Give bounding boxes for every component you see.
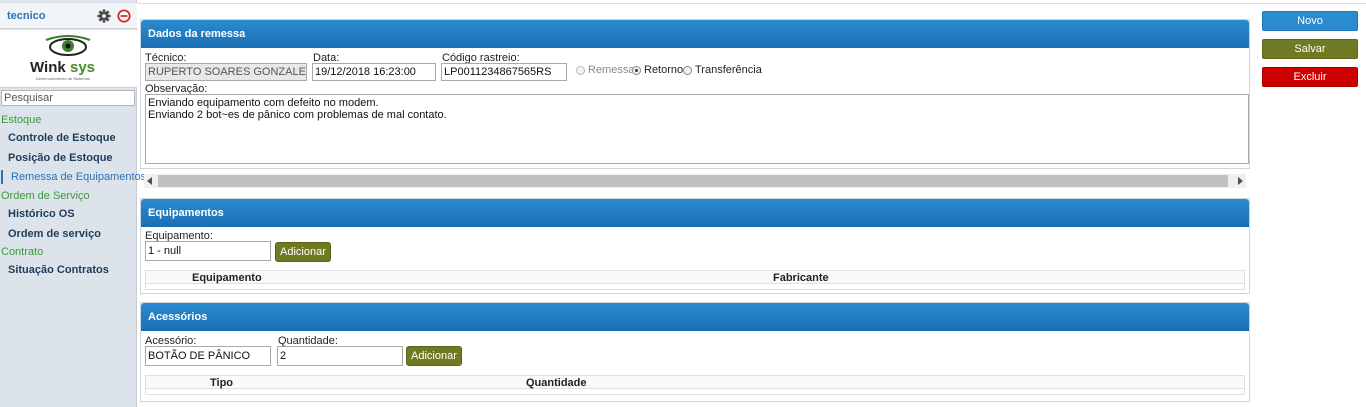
sidebar-item-posicao-estoque[interactable]: Posição de Estoque — [8, 152, 113, 164]
radio-remessa[interactable]: Remessa — [576, 64, 634, 76]
add-acessorio-button[interactable]: Adicionar — [406, 346, 462, 366]
sidebar-item-controle-estoque[interactable]: Controle de Estoque — [8, 132, 116, 144]
search-input[interactable] — [1, 90, 135, 106]
panel-title: Acessórios — [141, 303, 1249, 331]
active-indicator — [1, 170, 3, 184]
tecnico-field[interactable]: RUPERTO SOARES GONZALES — [145, 63, 307, 81]
acessorio-field[interactable]: BOTÃO DE PÂNICO — [145, 346, 271, 366]
scroll-right-icon[interactable] — [1238, 177, 1243, 185]
sidebar-item-historico-os[interactable]: Histórico OS — [8, 208, 75, 220]
sidebar-item-situacao-contratos[interactable]: Situação Contratos — [8, 264, 109, 276]
sidebar-item-remessa-equipamentos[interactable]: Remessa de Equipamentos — [11, 171, 146, 183]
col-fabricante[interactable]: Fabricante — [773, 272, 829, 284]
radio-remessa-dot — [576, 65, 585, 75]
svg-text:Desenvolvimento de Sistemas: Desenvolvimento de Sistemas — [36, 76, 90, 81]
radio-retorno-dot — [632, 65, 641, 75]
sidebar: tecnico Wink sys Desenvolvimento de Sist… — [0, 0, 146, 407]
svg-text:Wink: Wink — [30, 59, 66, 76]
observacao-line-2: Enviando 2 bot~es de pânico com problema… — [148, 109, 447, 121]
radio-remessa-label: Remessa — [588, 64, 635, 76]
user-name[interactable]: tecnico — [7, 10, 46, 22]
radio-transferencia-label: Transferência — [695, 64, 762, 76]
col-tipo[interactable]: Tipo — [210, 377, 233, 389]
sidebar-category-ordem-servico: Ordem de Serviço — [1, 190, 90, 202]
excluir-button[interactable]: Excluir — [1262, 67, 1358, 87]
svg-text:sys: sys — [70, 59, 95, 76]
radio-transferencia[interactable]: Transferência — [683, 64, 762, 76]
scroll-left-icon[interactable] — [147, 177, 152, 185]
codigo-rastreio-field[interactable]: LP0011234867565RS — [441, 63, 567, 81]
novo-button[interactable]: Novo — [1262, 11, 1358, 31]
equipamentos-table-header: Equipamento Fabricante — [145, 270, 1245, 284]
minus-circle-icon[interactable] — [117, 9, 131, 23]
data-field[interactable]: 19/12/2018 16:23:00 — [312, 63, 436, 81]
salvar-button[interactable]: Salvar — [1262, 39, 1358, 59]
radio-retorno[interactable]: Retorno — [632, 64, 683, 76]
equipamentos-table-body — [145, 284, 1245, 290]
acessorios-table-header: Tipo Quantidade — [145, 375, 1245, 389]
sidebar-item-ordem-servico[interactable]: Ordem de serviço — [8, 228, 101, 240]
panel-title: Equipamentos — [141, 199, 1249, 227]
panel-title: Dados da remessa — [141, 20, 1249, 48]
top-divider — [137, 3, 1366, 4]
radio-transferencia-dot — [683, 65, 692, 75]
sidebar-header: tecnico — [0, 3, 137, 29]
equipamento-field[interactable]: 1 - null — [145, 241, 271, 261]
gear-icon[interactable] — [97, 9, 111, 23]
add-equipamento-button[interactable]: Adicionar — [275, 242, 331, 262]
sidebar-category-contrato: Contrato — [1, 246, 44, 258]
scroll-thumb[interactable] — [158, 175, 1228, 187]
radio-retorno-label: Retorno — [644, 64, 684, 76]
company-logo: Wink sys Desenvolvimento de Sistemas — [0, 30, 137, 88]
col-quantidade[interactable]: Quantidade — [526, 377, 587, 389]
eye-logo-icon: Wink sys Desenvolvimento de Sistemas — [30, 35, 95, 81]
horizontal-scrollbar[interactable] — [144, 174, 1246, 188]
quantidade-field[interactable]: 2 — [277, 346, 403, 366]
acessorios-table-body — [145, 389, 1245, 395]
observacao-textarea[interactable]: Enviando equipamento com defeito no mode… — [145, 94, 1249, 164]
sidebar-category-estoque: Estoque — [1, 114, 42, 126]
observacao-line-1: Enviando equipamento com defeito no mode… — [148, 97, 379, 109]
col-equipamento[interactable]: Equipamento — [192, 272, 262, 284]
